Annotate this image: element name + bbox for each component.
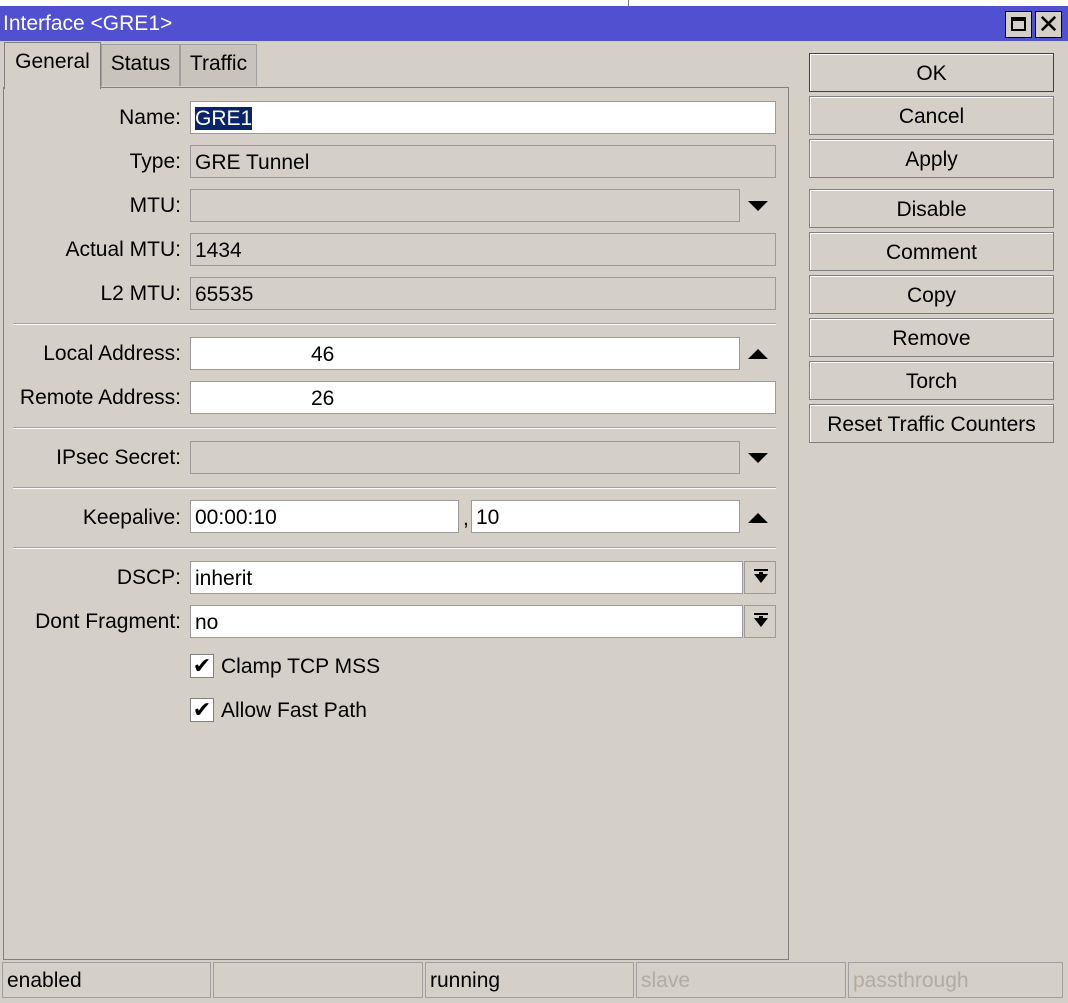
maximize-button[interactable] (1005, 11, 1032, 38)
maximize-icon (1011, 17, 1026, 31)
remote-address-label: Remote Address: (19, 386, 181, 409)
allow-fast-path-checkbox[interactable]: ✔ (190, 698, 214, 722)
tab-status-label: Status (110, 52, 171, 75)
dropdown-bar-icon (754, 569, 768, 571)
comment-button[interactable]: Comment (809, 232, 1054, 271)
close-button[interactable]: ✕ (1035, 9, 1062, 39)
dont-fragment-dropdown-button[interactable] (744, 605, 776, 638)
title-bar: Interface <GRE1> ✕ (0, 6, 1068, 41)
status-blank (213, 962, 423, 998)
close-icon: ✕ (1037, 9, 1060, 39)
ipsec-secret-dropdown-icon[interactable] (748, 453, 768, 463)
keepalive-separator: , (463, 507, 469, 530)
dont-fragment-select[interactable]: no (190, 605, 743, 638)
remote-address-input[interactable]: 26 (190, 381, 776, 414)
keepalive-retries-input[interactable]: 10 (471, 500, 740, 533)
separator (13, 547, 776, 549)
local-address-collapse-icon[interactable] (748, 349, 768, 359)
separator (13, 323, 776, 325)
clamp-tcp-mss-label: Clamp TCP MSS (221, 655, 381, 678)
tab-general-label: General (15, 50, 90, 73)
actual-mtu-label: Actual MTU: (65, 238, 181, 261)
dscp-dropdown-button[interactable] (744, 561, 776, 594)
clamp-tcp-mss-checkbox[interactable]: ✔ (190, 654, 214, 678)
reset-traffic-counters-button[interactable]: Reset Traffic Counters (809, 404, 1054, 443)
dropdown-arrow-icon (754, 574, 768, 583)
type-label: Type: (129, 150, 181, 173)
tab-general[interactable]: General (4, 42, 101, 89)
actual-mtu-field: 1434 (190, 233, 776, 266)
cancel-button[interactable]: Cancel (809, 96, 1054, 135)
name-value: GRE1 (195, 107, 253, 130)
status-slave: slave (636, 962, 846, 998)
copy-button[interactable]: Copy (809, 275, 1054, 314)
remove-button[interactable]: Remove (809, 318, 1054, 357)
dropdown-bar-icon (754, 613, 768, 615)
l2-mtu-field: 65535 (190, 277, 776, 310)
apply-button[interactable]: Apply (809, 139, 1054, 178)
torch-button[interactable]: Torch (809, 361, 1054, 400)
ipsec-secret-label: IPsec Secret: (56, 446, 181, 469)
tab-traffic-label: Traffic (189, 52, 248, 75)
mtu-dropdown-icon[interactable] (748, 201, 768, 211)
l2-mtu-label: L2 MTU: (100, 282, 181, 305)
keepalive-label: Keepalive: (82, 506, 181, 529)
dont-fragment-label: Dont Fragment: (35, 610, 181, 633)
keepalive-collapse-icon[interactable] (748, 513, 768, 523)
name-label: Name: (119, 106, 181, 129)
type-field: GRE Tunnel (190, 145, 776, 178)
mtu-label: MTU: (129, 194, 181, 217)
keepalive-interval-input[interactable]: 00:00:10 (190, 500, 459, 533)
local-address-input[interactable]: 46 (190, 337, 740, 370)
dscp-select[interactable]: inherit (190, 561, 743, 594)
name-input[interactable]: GRE1 (190, 101, 776, 134)
allow-fast-path-label: Allow Fast Path (221, 699, 367, 722)
status-running: running (425, 962, 634, 998)
disable-button[interactable]: Disable (809, 189, 1054, 228)
tab-traffic[interactable]: Traffic (180, 44, 257, 86)
dscp-label: DSCP: (116, 566, 181, 589)
dropdown-arrow-icon (754, 618, 768, 627)
ok-button[interactable]: OK (809, 53, 1054, 92)
separator (13, 487, 776, 489)
window-title: Interface <GRE1> (3, 12, 173, 35)
mtu-input[interactable] (190, 189, 740, 222)
tab-status[interactable]: Status (101, 44, 180, 86)
local-address-label: Local Address: (43, 342, 181, 365)
status-enabled: enabled (2, 962, 211, 998)
separator (13, 427, 776, 429)
status-passthrough: passthrough (848, 962, 1063, 998)
ipsec-secret-input[interactable] (190, 441, 740, 474)
